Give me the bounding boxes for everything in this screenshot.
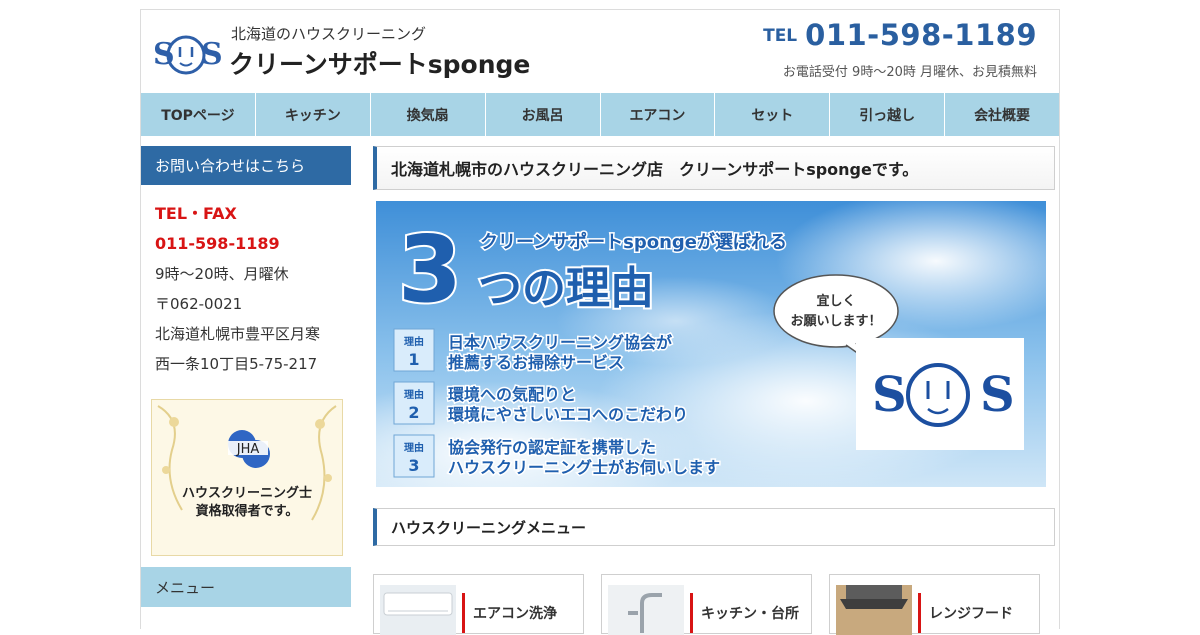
- reasons-banner[interactable]: 3 クリーンサポートspongeが選ばれる つの理由 宜しく お願いします！ S…: [376, 201, 1046, 487]
- address-line-1: 北海道札幌市豊平区月寒: [155, 325, 321, 343]
- banner-subtitle: クリーンサポートspongeが選ばれる: [480, 231, 787, 253]
- banner-graphic: 3 クリーンサポートspongeが選ばれる つの理由 宜しく お願いします！ S…: [376, 201, 1046, 487]
- main-content: 北海道札幌市のハウスクリーニング店 クリーンサポートspongeです。 3 クリ…: [373, 146, 1055, 635]
- banner-title: つの理由: [478, 263, 654, 314]
- card-accent: [462, 593, 465, 633]
- card-accent: [918, 593, 921, 633]
- reason-2-line-2: 環境にやさしいエコへのこだわり: [448, 405, 688, 424]
- reason-2-num: 2: [408, 403, 419, 422]
- site-title[interactable]: クリーンサポートsponge: [229, 45, 530, 81]
- reason-3-line-1: 協会発行の認定証を携帯した: [448, 438, 656, 457]
- jha-logo-icon: JHA: [228, 430, 270, 468]
- menu-card-aircon[interactable]: エアコン洗浄: [373, 574, 584, 635]
- reason-2-line-1: 環境への気配りと: [448, 385, 576, 404]
- nav-item-set[interactable]: セット: [715, 93, 831, 136]
- svg-text:S: S: [872, 367, 907, 423]
- contact-info: TEL・FAX 011-598-1189 9時〜20時、月曜休 〒062-002…: [141, 185, 351, 379]
- reason-1-line-2: 推薦するお掃除サービス: [448, 353, 624, 372]
- rangehood-thumb-icon: [836, 585, 912, 635]
- svg-text:S: S: [201, 37, 221, 72]
- jha-text: ハウスクリーニング士 資格取得者です。: [152, 485, 342, 521]
- nav-item-aircon[interactable]: エアコン: [601, 93, 716, 136]
- site-tagline: 北海道のハウスクリーニング: [231, 25, 427, 43]
- site-header: S S 北海道のハウスクリーニング クリーンサポートsponge TEL 011-…: [141, 10, 1059, 93]
- svg-text:S: S: [980, 367, 1015, 423]
- business-hours: お電話受付 9時〜20時 月曜休、お見積無料: [782, 65, 1037, 80]
- nav-item-moving[interactable]: 引っ越し: [830, 93, 946, 136]
- aircon-thumb-icon: [380, 585, 456, 635]
- card-label-rangehood: レンジフード: [929, 606, 1013, 622]
- jha-line-2: 資格取得者です。: [195, 504, 299, 519]
- bubble-line-1: 宜しく: [816, 293, 855, 309]
- bubble-line-2: お願いします！: [790, 314, 881, 329]
- sidebar: お問い合わせはこちら TEL・FAX 011-598-1189 9時〜20時、月…: [141, 146, 351, 607]
- card-accent: [690, 593, 693, 633]
- reason-1-num: 1: [408, 350, 419, 369]
- card-label-kitchen: キッチン・台所: [701, 606, 799, 622]
- page-headline: 北海道札幌市のハウスクリーニング店 クリーンサポートspongeです。: [373, 146, 1055, 190]
- reason-3-line-2: ハウスクリーニング士がお伺いします: [448, 458, 720, 477]
- menu-heading: メニュー: [141, 567, 351, 607]
- nav-item-kitchen[interactable]: キッチン: [256, 93, 371, 136]
- jha-line-1: ハウスクリーニング士: [181, 486, 312, 501]
- postal-code: 〒062-0021: [155, 295, 243, 313]
- reason-2-tag: 理由: [404, 388, 424, 401]
- header-phone: TEL 011-598-1189: [763, 18, 1037, 52]
- page-container: S S 北海道のハウスクリーニング クリーンサポートsponge TEL 011-…: [140, 9, 1060, 635]
- menu-card-kitchen[interactable]: キッチン・台所: [601, 574, 812, 635]
- card-label-aircon: エアコン洗浄: [473, 606, 557, 622]
- tel-number[interactable]: 011-598-1189: [805, 18, 1037, 52]
- contact-heading: お問い合わせはこちら: [141, 146, 351, 185]
- nav-item-company[interactable]: 会社概要: [945, 93, 1059, 136]
- reason-1-line-1: 日本ハウスクリーニング協会が: [448, 333, 672, 352]
- menu-card-rangehood[interactable]: レンジフード: [829, 574, 1040, 635]
- sidebar-hours: 9時〜20時、月曜休: [155, 265, 289, 283]
- tel-label: TEL: [763, 26, 798, 46]
- nav-item-bath[interactable]: お風呂: [486, 93, 601, 136]
- big-number-3: 3: [398, 216, 462, 323]
- sos-logo-icon[interactable]: S S: [149, 30, 221, 78]
- faucet-thumb-icon: [608, 585, 684, 635]
- cleaning-menu-heading: ハウスクリーニングメニュー: [373, 508, 1055, 546]
- address-line-2: 西一条10丁目5-75-217: [155, 355, 318, 373]
- jha-logo-text: JHA: [236, 442, 260, 457]
- speech-bubble: [773, 274, 899, 348]
- reason-1-tag: 理由: [404, 335, 424, 348]
- global-nav: TOPページ キッチン 換気扇 お風呂 エアコン セット 引っ越し 会社概要: [141, 93, 1059, 136]
- nav-item-fan[interactable]: 換気扇: [371, 93, 486, 136]
- sidebar-phone[interactable]: 011-598-1189: [155, 229, 351, 259]
- jha-certification-banner[interactable]: JHA ハウスクリーニング士 資格取得者です。: [151, 399, 343, 556]
- reason-3-tag: 理由: [404, 441, 424, 454]
- nav-item-top[interactable]: TOPページ: [141, 93, 256, 136]
- tel-fax-label: TEL・FAX: [155, 204, 237, 223]
- reason-3-num: 3: [408, 456, 419, 475]
